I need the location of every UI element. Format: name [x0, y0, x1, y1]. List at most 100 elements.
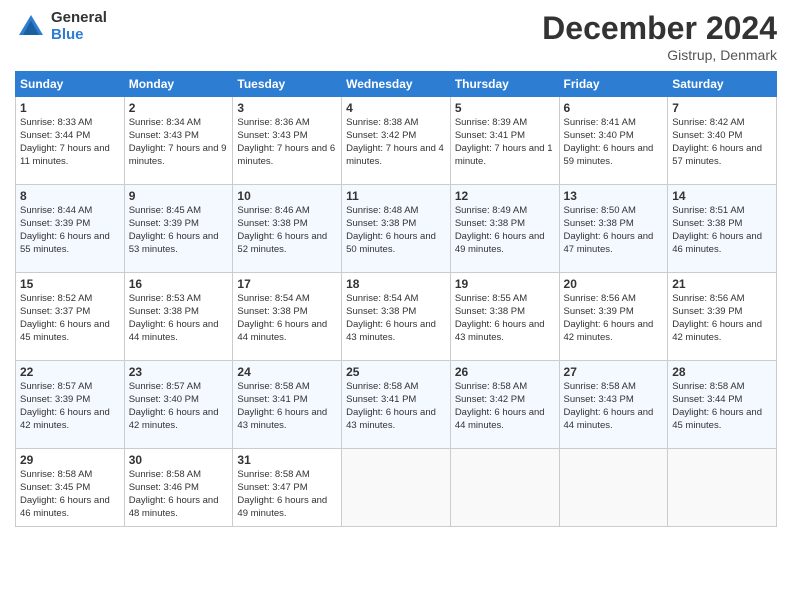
sunset-text: Sunset: 3:44 PM: [672, 394, 772, 407]
daylight-text: Daylight: 6 hours and 57 minutes.: [672, 143, 772, 169]
daylight-text: Daylight: 6 hours and 53 minutes.: [129, 231, 229, 257]
calendar-week-5: 29Sunrise: 8:58 AMSunset: 3:45 PMDayligh…: [16, 449, 777, 527]
calendar-cell: 15Sunrise: 8:52 AMSunset: 3:37 PMDayligh…: [16, 273, 125, 361]
sunset-text: Sunset: 3:47 PM: [237, 482, 337, 495]
day-number: 9: [129, 188, 229, 204]
sunrise-text: Sunrise: 8:57 AM: [129, 381, 229, 394]
calendar-cell: [450, 449, 559, 527]
sunset-text: Sunset: 3:43 PM: [564, 394, 664, 407]
sunset-text: Sunset: 3:43 PM: [129, 130, 229, 143]
day-number: 12: [455, 188, 555, 204]
sunset-text: Sunset: 3:40 PM: [672, 130, 772, 143]
day-number: 8: [20, 188, 120, 204]
daylight-text: Daylight: 6 hours and 42 minutes.: [564, 319, 664, 345]
sunset-text: Sunset: 3:42 PM: [455, 394, 555, 407]
calendar-cell: 23Sunrise: 8:57 AMSunset: 3:40 PMDayligh…: [124, 361, 233, 449]
sunset-text: Sunset: 3:42 PM: [346, 130, 446, 143]
calendar-cell: 27Sunrise: 8:58 AMSunset: 3:43 PMDayligh…: [559, 361, 668, 449]
calendar-cell: 19Sunrise: 8:55 AMSunset: 3:38 PMDayligh…: [450, 273, 559, 361]
daylight-text: Daylight: 6 hours and 44 minutes.: [564, 407, 664, 433]
sunset-text: Sunset: 3:39 PM: [564, 306, 664, 319]
day-header-sunday: Sunday: [16, 72, 125, 97]
calendar-cell: 11Sunrise: 8:48 AMSunset: 3:38 PMDayligh…: [342, 185, 451, 273]
sunset-text: Sunset: 3:38 PM: [237, 306, 337, 319]
daylight-text: Daylight: 7 hours and 11 minutes.: [20, 143, 120, 169]
sunrise-text: Sunrise: 8:36 AM: [237, 117, 337, 130]
sunrise-text: Sunrise: 8:46 AM: [237, 205, 337, 218]
day-number: 4: [346, 100, 446, 116]
sunrise-text: Sunrise: 8:58 AM: [237, 469, 337, 482]
sunset-text: Sunset: 3:38 PM: [455, 218, 555, 231]
day-number: 2: [129, 100, 229, 116]
calendar-week-4: 22Sunrise: 8:57 AMSunset: 3:39 PMDayligh…: [16, 361, 777, 449]
sunset-text: Sunset: 3:39 PM: [20, 394, 120, 407]
sunrise-text: Sunrise: 8:54 AM: [237, 293, 337, 306]
day-number: 28: [672, 364, 772, 380]
calendar-cell: 8Sunrise: 8:44 AMSunset: 3:39 PMDaylight…: [16, 185, 125, 273]
daylight-text: Daylight: 6 hours and 49 minutes.: [455, 231, 555, 257]
daylight-text: Daylight: 6 hours and 42 minutes.: [129, 407, 229, 433]
day-number: 30: [129, 452, 229, 468]
sunset-text: Sunset: 3:40 PM: [564, 130, 664, 143]
day-number: 31: [237, 452, 337, 468]
daylight-text: Daylight: 7 hours and 1 minute.: [455, 143, 555, 169]
sunrise-text: Sunrise: 8:57 AM: [20, 381, 120, 394]
sunrise-text: Sunrise: 8:51 AM: [672, 205, 772, 218]
day-number: 3: [237, 100, 337, 116]
day-number: 15: [20, 276, 120, 292]
logo: General Blue: [15, 10, 107, 43]
sunset-text: Sunset: 3:38 PM: [564, 218, 664, 231]
day-number: 19: [455, 276, 555, 292]
day-number: 14: [672, 188, 772, 204]
calendar-cell: 2Sunrise: 8:34 AMSunset: 3:43 PMDaylight…: [124, 97, 233, 185]
sunset-text: Sunset: 3:46 PM: [129, 482, 229, 495]
day-number: 7: [672, 100, 772, 116]
day-number: 13: [564, 188, 664, 204]
sunrise-text: Sunrise: 8:45 AM: [129, 205, 229, 218]
day-number: 24: [237, 364, 337, 380]
day-number: 22: [20, 364, 120, 380]
sunrise-text: Sunrise: 8:38 AM: [346, 117, 446, 130]
sunset-text: Sunset: 3:45 PM: [20, 482, 120, 495]
daylight-text: Daylight: 6 hours and 48 minutes.: [129, 495, 229, 521]
day-number: 1: [20, 100, 120, 116]
daylight-text: Daylight: 6 hours and 46 minutes.: [20, 495, 120, 521]
daylight-text: Daylight: 6 hours and 42 minutes.: [20, 407, 120, 433]
calendar-cell: 1Sunrise: 8:33 AMSunset: 3:44 PMDaylight…: [16, 97, 125, 185]
day-number: 29: [20, 452, 120, 468]
daylight-text: Daylight: 6 hours and 43 minutes.: [455, 319, 555, 345]
calendar-cell: 5Sunrise: 8:39 AMSunset: 3:41 PMDaylight…: [450, 97, 559, 185]
calendar-cell: 9Sunrise: 8:45 AMSunset: 3:39 PMDaylight…: [124, 185, 233, 273]
sunrise-text: Sunrise: 8:49 AM: [455, 205, 555, 218]
day-number: 5: [455, 100, 555, 116]
calendar-cell: 12Sunrise: 8:49 AMSunset: 3:38 PMDayligh…: [450, 185, 559, 273]
sunrise-text: Sunrise: 8:39 AM: [455, 117, 555, 130]
sunrise-text: Sunrise: 8:56 AM: [564, 293, 664, 306]
daylight-text: Daylight: 6 hours and 55 minutes.: [20, 231, 120, 257]
sunset-text: Sunset: 3:40 PM: [129, 394, 229, 407]
sunrise-text: Sunrise: 8:42 AM: [672, 117, 772, 130]
sunset-text: Sunset: 3:38 PM: [672, 218, 772, 231]
sunrise-text: Sunrise: 8:58 AM: [564, 381, 664, 394]
day-header-monday: Monday: [124, 72, 233, 97]
calendar-cell: 21Sunrise: 8:56 AMSunset: 3:39 PMDayligh…: [668, 273, 777, 361]
sunset-text: Sunset: 3:38 PM: [455, 306, 555, 319]
calendar-week-3: 15Sunrise: 8:52 AMSunset: 3:37 PMDayligh…: [16, 273, 777, 361]
calendar-cell: 16Sunrise: 8:53 AMSunset: 3:38 PMDayligh…: [124, 273, 233, 361]
sunset-text: Sunset: 3:39 PM: [672, 306, 772, 319]
calendar-week-2: 8Sunrise: 8:44 AMSunset: 3:39 PMDaylight…: [16, 185, 777, 273]
location-subtitle: Gistrup, Denmark: [542, 47, 777, 63]
sunrise-text: Sunrise: 8:58 AM: [346, 381, 446, 394]
sunrise-text: Sunrise: 8:44 AM: [20, 205, 120, 218]
daylight-text: Daylight: 7 hours and 6 minutes.: [237, 143, 337, 169]
header: General Blue December 2024 Gistrup, Denm…: [15, 10, 777, 63]
calendar-cell: 29Sunrise: 8:58 AMSunset: 3:45 PMDayligh…: [16, 449, 125, 527]
sunset-text: Sunset: 3:38 PM: [346, 218, 446, 231]
calendar-cell: 7Sunrise: 8:42 AMSunset: 3:40 PMDaylight…: [668, 97, 777, 185]
day-number: 20: [564, 276, 664, 292]
calendar-cell: 24Sunrise: 8:58 AMSunset: 3:41 PMDayligh…: [233, 361, 342, 449]
day-number: 11: [346, 188, 446, 204]
daylight-text: Daylight: 6 hours and 50 minutes.: [346, 231, 446, 257]
sunset-text: Sunset: 3:39 PM: [20, 218, 120, 231]
daylight-text: Daylight: 6 hours and 47 minutes.: [564, 231, 664, 257]
